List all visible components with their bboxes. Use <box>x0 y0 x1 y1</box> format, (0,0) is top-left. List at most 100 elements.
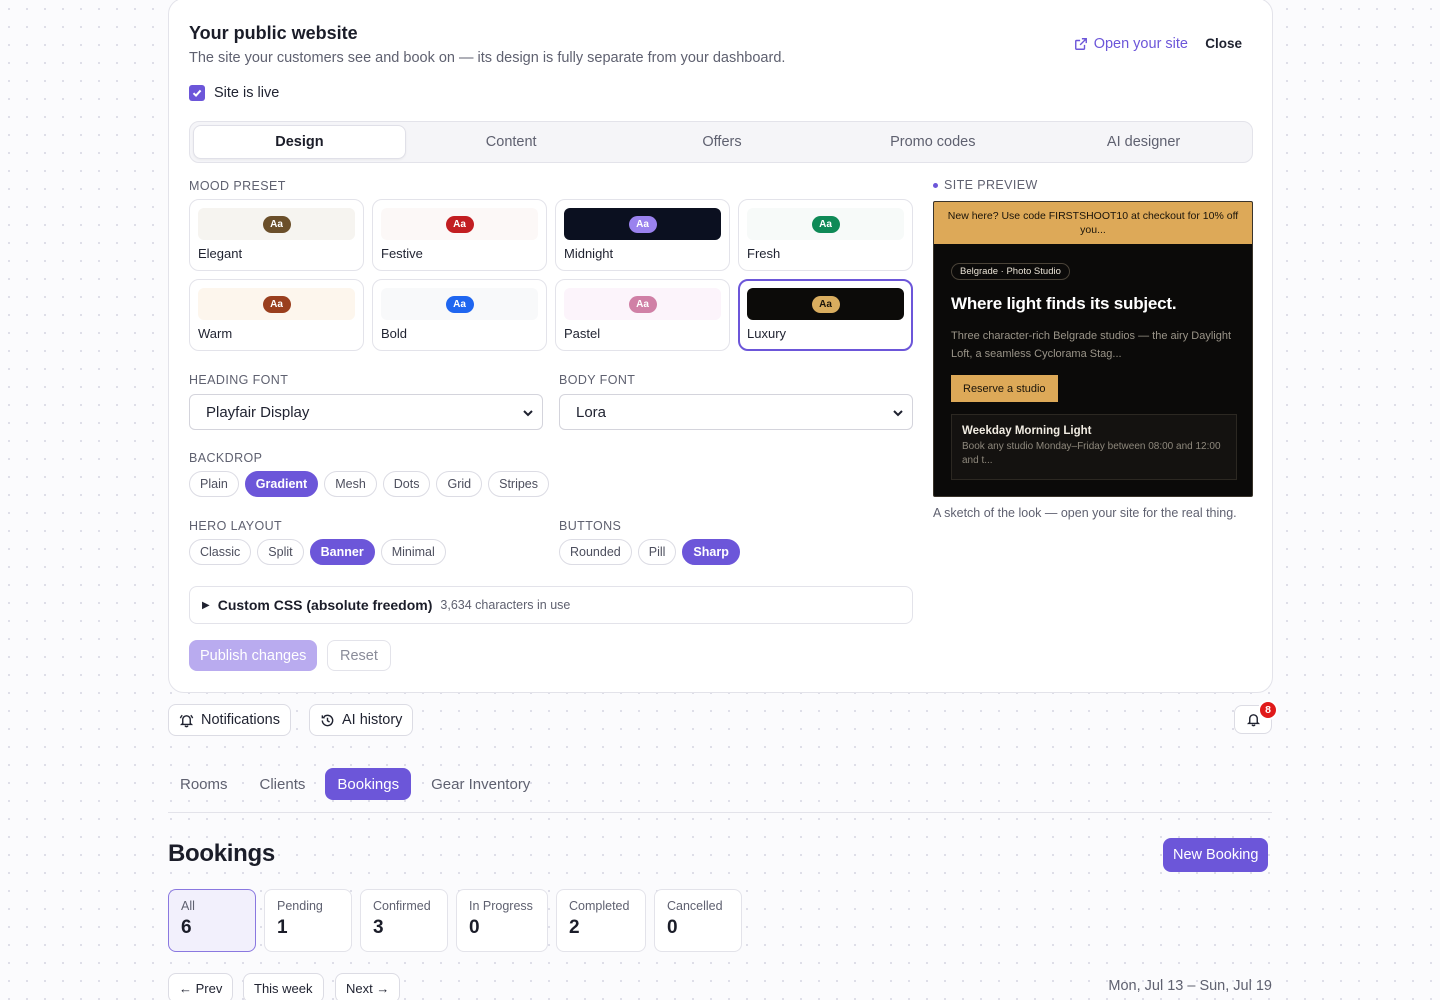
backdrop-option-stripes[interactable]: Stripes <box>488 471 550 497</box>
status-filter-label: Completed <box>569 899 630 913</box>
preset-chip: Aa <box>628 295 657 313</box>
custom-css-title: Custom CSS (absolute freedom) <box>217 597 433 613</box>
nav-item-bookings[interactable]: Bookings <box>325 768 412 800</box>
preset-pastel[interactable]: Aa Pastel <box>555 279 730 351</box>
status-filter-in-progress[interactable]: In Progress 0 <box>456 889 548 952</box>
status-filter-count: 0 <box>469 917 480 938</box>
next-week-button[interactable]: Next → <box>335 973 401 1000</box>
button-style-option-pill[interactable]: Pill <box>637 539 677 565</box>
site-live-label: Site is live <box>214 85 280 101</box>
panel-subtitle: The site your customers see and book on … <box>189 50 786 66</box>
tab-content[interactable]: Content <box>406 125 617 159</box>
status-filter-label: All <box>181 899 195 913</box>
new-booking-button[interactable]: New Booking <box>1163 838 1269 872</box>
history-icon <box>321 714 334 726</box>
backdrop-option-dots[interactable]: Dots <box>382 471 431 497</box>
bookings-title: Bookings <box>168 840 275 867</box>
heading-font-label: HEADING FONT <box>189 373 289 387</box>
preset-swatch: Aa <box>381 288 538 320</box>
status-filter-count: 0 <box>667 917 678 938</box>
preset-name: Pastel <box>564 326 601 341</box>
custom-css-disclosure[interactable]: ▶ Custom CSS (absolute freedom) 3,634 ch… <box>189 586 913 624</box>
backdrop-option-grid[interactable]: Grid <box>436 471 483 497</box>
custom-css-count: 3,634 characters in use <box>440 598 571 612</box>
nav-item-clients[interactable]: Clients <box>248 768 318 800</box>
reset-button[interactable]: Reset <box>327 640 391 671</box>
hero-layout-option-classic[interactable]: Classic <box>189 539 252 565</box>
preset-swatch: Aa <box>198 208 355 240</box>
status-filter-label: Pending <box>277 899 323 913</box>
site-preview: New here? Use code FIRSTSHOOT10 at check… <box>933 201 1253 497</box>
preview-note: A sketch of the look — open your site fo… <box>933 506 1237 520</box>
status-filter-cancelled[interactable]: Cancelled 0 <box>654 889 742 952</box>
site-live-checkbox[interactable] <box>189 85 205 101</box>
hero-layout-option-split[interactable]: Split <box>257 539 304 565</box>
publish-changes-button[interactable]: Publish changes <box>189 640 318 671</box>
backdrop-option-gradient[interactable]: Gradient <box>244 471 319 497</box>
preset-name: Festive <box>381 246 423 261</box>
status-filter-count: 6 <box>181 917 192 938</box>
prev-week-button[interactable]: ← Prev <box>168 973 234 1000</box>
preset-warm[interactable]: Aa Warm <box>189 279 364 351</box>
chevron-down-icon <box>893 410 903 417</box>
hero-layout-option-banner[interactable]: Banner <box>309 539 375 565</box>
tab-design[interactable]: Design <box>193 125 406 159</box>
open-site-link[interactable]: Open your site <box>1074 36 1188 52</box>
preset-bold[interactable]: Aa Bold <box>372 279 547 351</box>
preset-name: Midnight <box>564 246 614 261</box>
tab-promo-codes[interactable]: Promo codes <box>827 125 1038 159</box>
button-style-option-sharp[interactable]: Sharp <box>682 539 740 565</box>
main-nav: Rooms Clients Bookings Gear Inventory <box>168 768 542 800</box>
preset-midnight[interactable]: Aa Midnight <box>555 199 730 271</box>
preset-elegant[interactable]: Aa Elegant <box>189 199 364 271</box>
preset-luxury[interactable]: Aa Luxury <box>738 279 913 351</box>
ai-history-label: AI history <box>342 712 403 728</box>
this-week-button[interactable]: This week <box>243 973 324 1000</box>
tab-ai-designer[interactable]: AI designer <box>1038 125 1249 159</box>
close-button[interactable]: Close <box>1205 36 1242 51</box>
status-filter-all[interactable]: All 6 <box>168 889 256 952</box>
body-font-value: Lora <box>576 403 607 421</box>
ai-history-button[interactable]: AI history <box>309 704 414 736</box>
status-filter-label: Confirmed <box>373 899 431 913</box>
preset-swatch: Aa <box>564 288 721 320</box>
nav-item-rooms[interactable]: Rooms <box>168 768 240 800</box>
backdrop-label: BACKDROP <box>189 451 263 465</box>
preset-chip: Aa <box>811 215 840 233</box>
preview-promo-banner: New here? Use code FIRSTSHOOT10 at check… <box>934 202 1252 244</box>
backdrop-option-plain[interactable]: Plain <box>189 471 239 497</box>
buttons-label: BUTTONS <box>559 519 622 533</box>
hero-layout-option-minimal[interactable]: Minimal <box>380 539 446 565</box>
notification-count-badge: 8 <box>1258 700 1278 720</box>
status-filter-count: 3 <box>373 917 384 938</box>
heading-font-select[interactable]: Playfair Display <box>189 394 543 430</box>
preview-description: Three character-rich Belgrade studios — … <box>951 330 1232 360</box>
status-filter-count: 2 <box>569 917 580 938</box>
preset-chip: Aa <box>262 215 291 233</box>
preset-name: Elegant <box>198 246 243 261</box>
button-style-option-rounded[interactable]: Rounded <box>559 539 632 565</box>
mood-preset-label: MOOD PRESET <box>189 179 286 193</box>
status-filter-completed[interactable]: Completed 2 <box>556 889 646 952</box>
preset-festive[interactable]: Aa Festive <box>372 199 547 271</box>
preset-swatch: Aa <box>747 288 904 320</box>
status-filter-confirmed[interactable]: Confirmed 3 <box>360 889 448 952</box>
body-font-select[interactable]: Lora <box>559 394 913 430</box>
status-filter-pending[interactable]: Pending 1 <box>264 889 352 952</box>
panel-title: Your public website <box>189 23 358 43</box>
heading-font-value: Playfair Display <box>206 403 310 421</box>
backdrop-option-mesh[interactable]: Mesh <box>324 471 377 497</box>
preset-fresh[interactable]: Aa Fresh <box>738 199 913 271</box>
hero-layout-options: Classic Split Banner Minimal <box>189 539 446 565</box>
nav-item-gear-inventory[interactable]: Gear Inventory <box>419 768 542 800</box>
preview-cta-button: Reserve a studio <box>951 375 1058 402</box>
site-preview-label: SITE PREVIEW <box>933 178 1038 192</box>
backdrop-options: Plain Gradient Mesh Dots Grid Stripes <box>189 471 550 497</box>
tab-offers[interactable]: Offers <box>617 125 828 159</box>
preset-swatch: Aa <box>747 208 904 240</box>
week-range: Mon, Jul 13 – Sun, Jul 19 <box>1108 978 1272 994</box>
preset-swatch: Aa <box>198 288 355 320</box>
site-live-toggle[interactable]: Site is live <box>189 85 279 101</box>
notifications-button[interactable]: Notifications <box>168 704 291 736</box>
preset-swatch: Aa <box>381 208 538 240</box>
